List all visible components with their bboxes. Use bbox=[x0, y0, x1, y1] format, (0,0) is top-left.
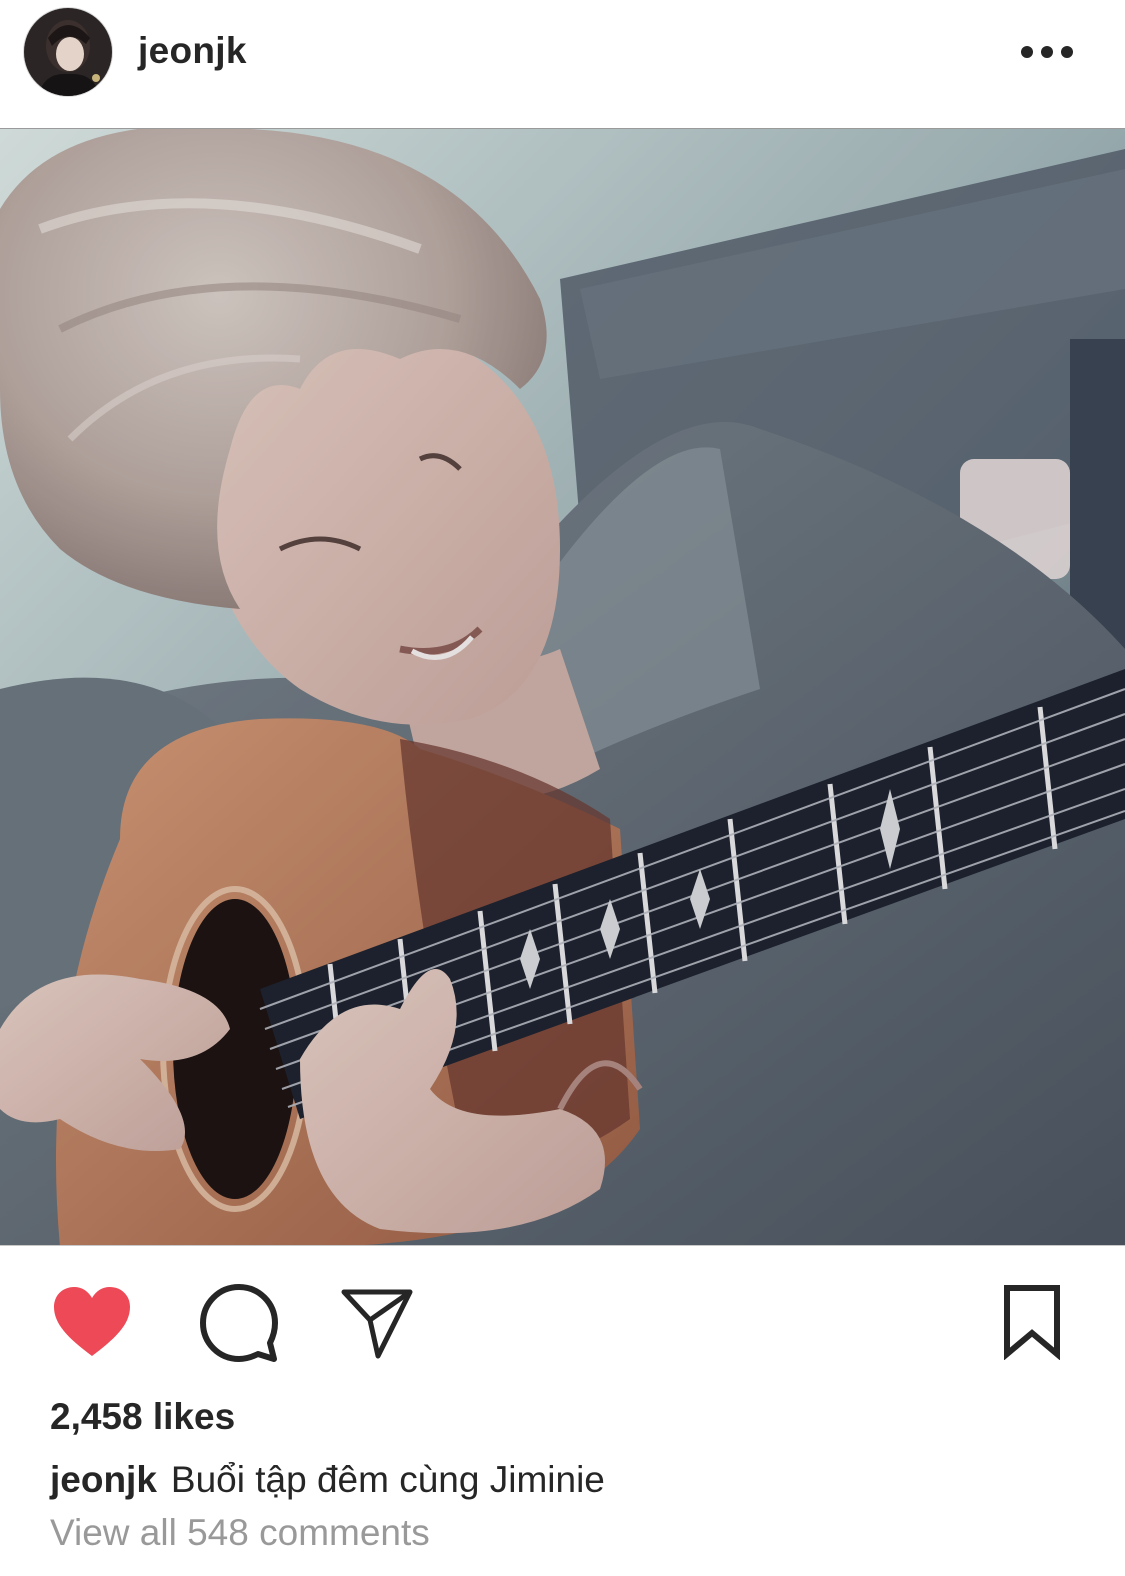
likes-count[interactable]: 2,458 likes bbox=[50, 1396, 235, 1438]
post-photo[interactable] bbox=[0, 128, 1125, 1246]
comment-bubble-icon[interactable] bbox=[198, 1282, 280, 1364]
post-header: jeonjk bbox=[0, 0, 1125, 128]
heart-filled-icon[interactable] bbox=[52, 1286, 132, 1358]
more-horizontal-icon[interactable] bbox=[1018, 38, 1076, 66]
bookmark-icon[interactable] bbox=[1000, 1284, 1064, 1361]
post-caption: jeonjk Buổi tập đêm cùng Jiminie bbox=[50, 1459, 605, 1501]
paper-plane-icon[interactable] bbox=[340, 1286, 414, 1360]
view-all-comments-link[interactable]: View all 548 comments bbox=[50, 1512, 430, 1554]
avatar[interactable] bbox=[24, 8, 112, 96]
action-bar bbox=[0, 1246, 1125, 1386]
caption-text: Buổi tập đêm cùng Jiminie bbox=[170, 1459, 605, 1500]
post-username[interactable]: jeonjk bbox=[138, 30, 247, 72]
caption-username[interactable]: jeonjk bbox=[50, 1459, 157, 1500]
